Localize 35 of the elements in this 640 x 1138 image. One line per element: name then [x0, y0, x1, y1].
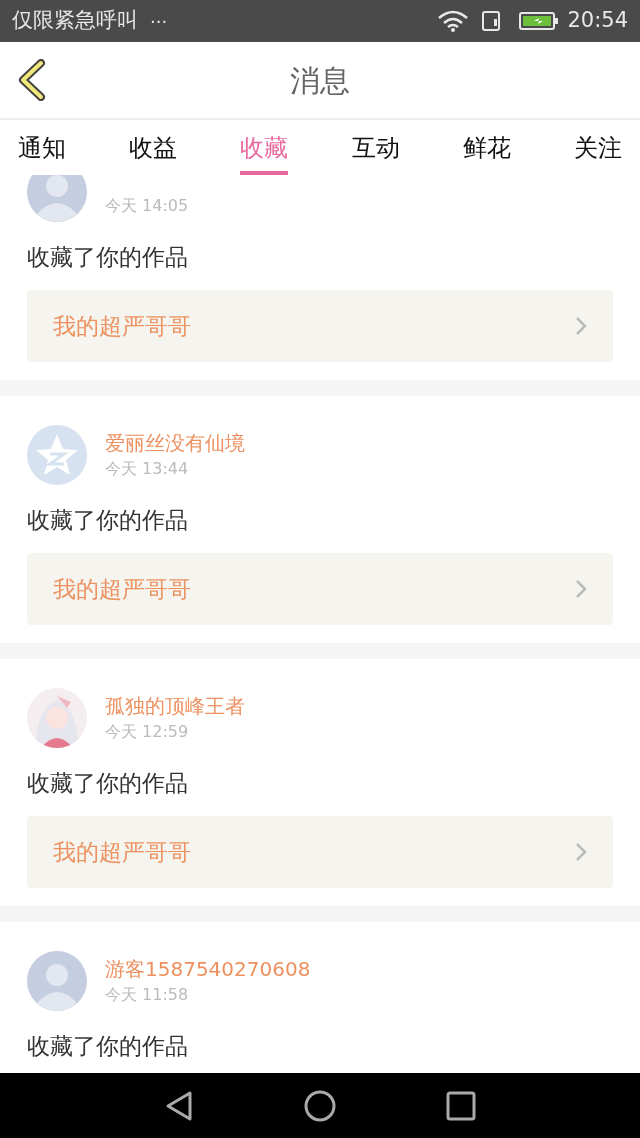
user-name[interactable]: 爱丽丝没有仙境 [105, 429, 245, 457]
tab[interactable]: 鲜花 [462, 120, 511, 175]
work-link[interactable]: 我的超严哥哥 [27, 816, 613, 888]
carrier-text: 仅限紧急呼叫 [12, 7, 138, 35]
work-link[interactable]: 我的超严哥哥 [27, 553, 613, 625]
chevron-icon [575, 842, 587, 862]
more-text: ··· [150, 9, 168, 34]
message-text: 收藏了你的作品 [27, 769, 189, 798]
message-text: 收藏了你的作品 [27, 243, 189, 272]
avatar-icon [27, 951, 87, 1011]
chevron-icon [575, 316, 587, 336]
user-name[interactable]: 孤独的顶峰王者 [105, 692, 245, 720]
recents-nav-icon[interactable] [446, 1090, 476, 1121]
chevron-icon [575, 579, 587, 599]
wifi-icon [437, 10, 470, 32]
message-text: 收藏了你的作品 [27, 1032, 189, 1061]
avatar-icon [27, 175, 87, 222]
tab[interactable]: 互动 [351, 120, 400, 175]
battery-icon [519, 11, 560, 31]
clock-text: 20:54 [567, 7, 628, 35]
avatar-icon [27, 425, 87, 485]
work-link[interactable]: 我的超严哥哥 [27, 290, 613, 362]
message-time: 今天 11:58 [105, 984, 190, 1006]
message-text: 收藏了你的作品 [27, 506, 189, 535]
back-icon [17, 59, 47, 101]
tab[interactable]: 关注 [573, 120, 622, 175]
page-title: 消息 [290, 61, 350, 100]
home-nav-icon[interactable] [304, 1089, 336, 1122]
message-time: 今天 12:59 [105, 721, 190, 743]
message-time: 今天 14:05 [105, 195, 189, 217]
tab[interactable]: 收益 [129, 120, 178, 175]
message-time: 今天 13:44 [105, 458, 190, 480]
back-nav-icon[interactable] [164, 1089, 194, 1122]
tab[interactable]: 通知 [18, 120, 66, 175]
user-name[interactable]: 游客1587540270608 [105, 955, 311, 983]
